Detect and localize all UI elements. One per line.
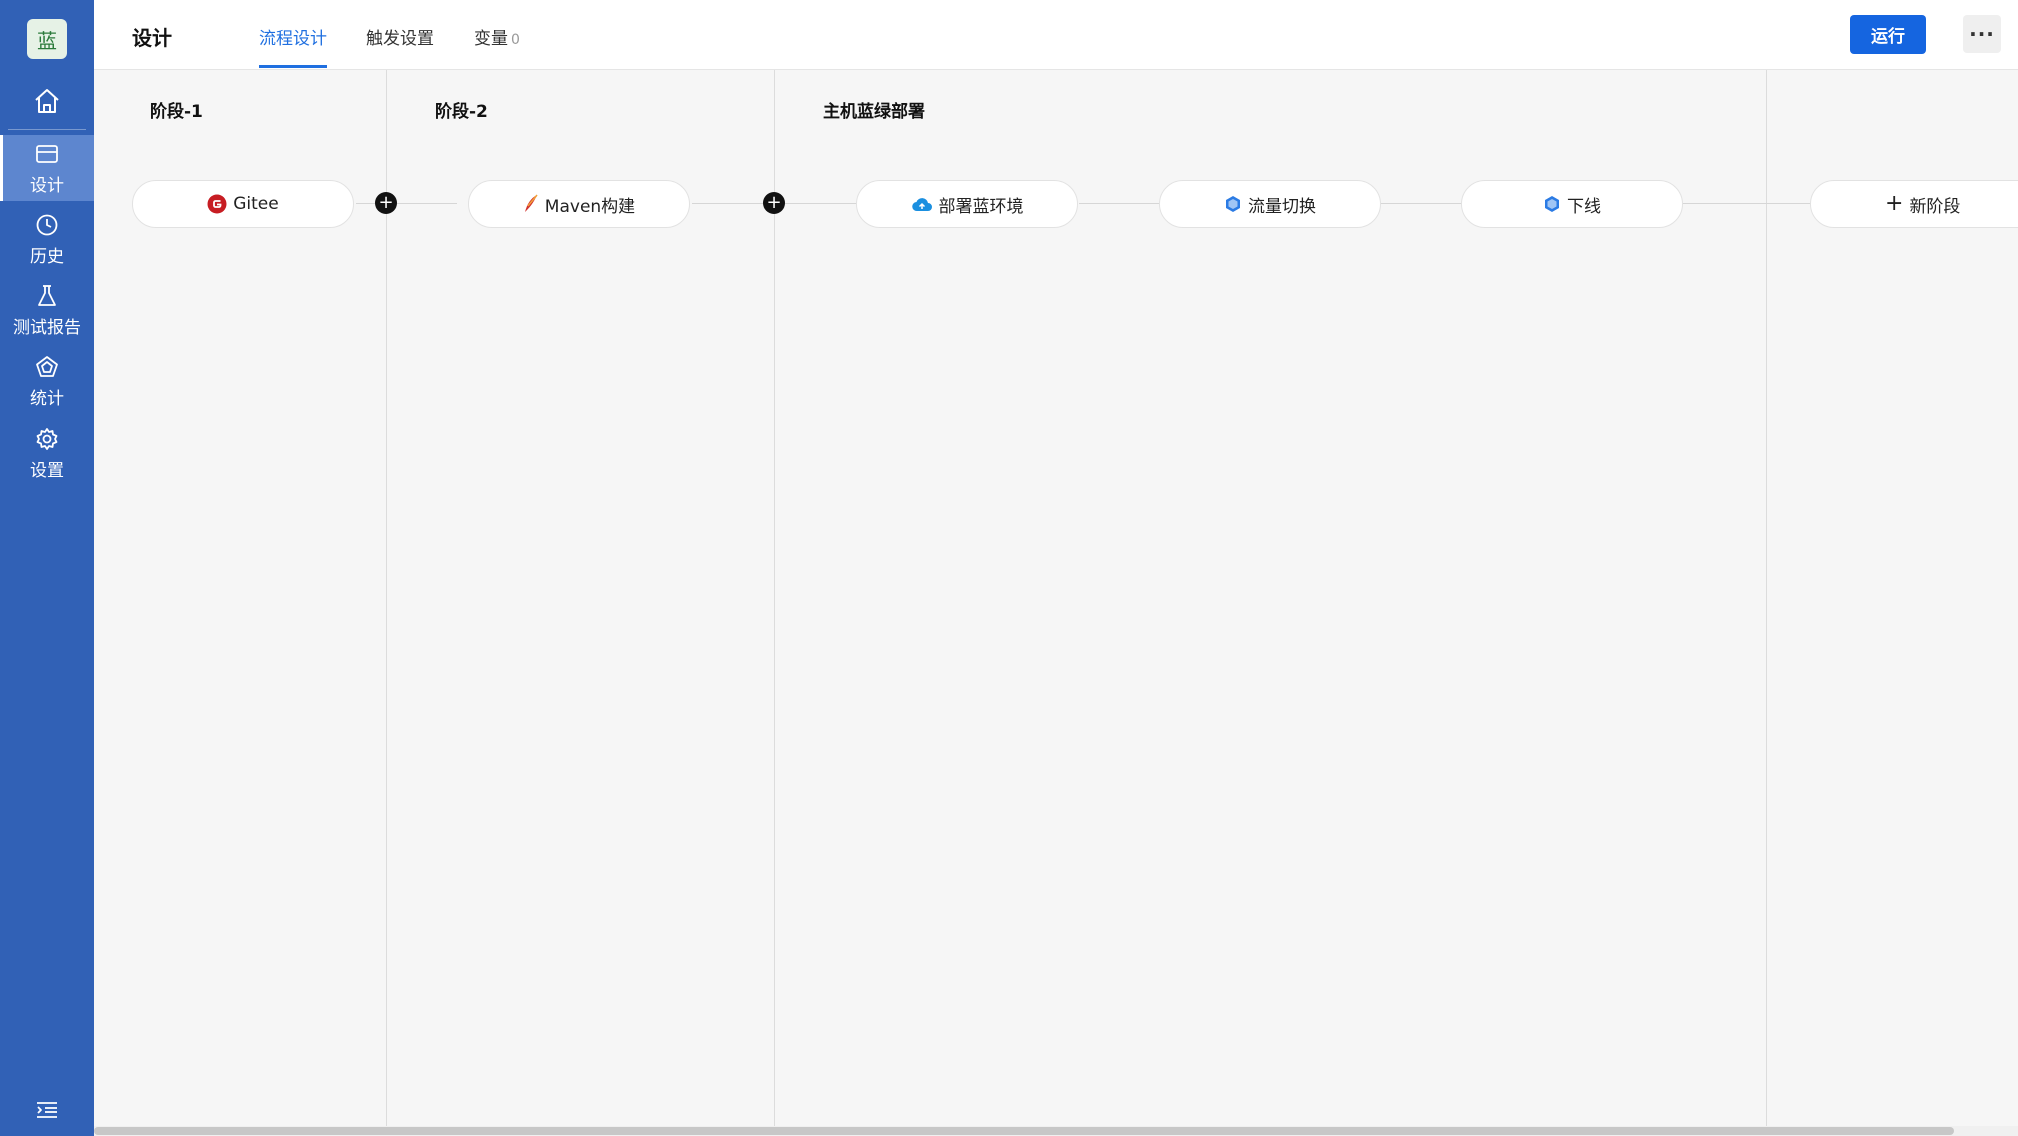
task-label: Maven构建 bbox=[544, 196, 636, 217]
connector-line bbox=[397, 203, 457, 204]
menu-collapse-icon bbox=[37, 1102, 57, 1118]
top-header: 设计 流程设计 触发设置 变量 0 运行 ··· bbox=[94, 0, 2018, 70]
gitee-icon bbox=[207, 194, 227, 214]
task-traffic-switch[interactable]: 流量切换 bbox=[1159, 180, 1381, 228]
variables-count: 0 bbox=[511, 32, 520, 48]
stats-pentagon-icon bbox=[35, 354, 59, 380]
sidebar: 蓝 设计 历史 测试报告 统计 设置 bbox=[0, 0, 94, 1136]
cube-icon bbox=[1543, 195, 1561, 213]
sidebar-item-label: 设计 bbox=[30, 175, 64, 196]
connector-line bbox=[785, 203, 865, 204]
sidebar-divider bbox=[8, 129, 86, 130]
stage-title[interactable]: 阶段-1 bbox=[150, 97, 203, 122]
task-offline[interactable]: 下线 bbox=[1461, 180, 1683, 228]
maven-feather-icon bbox=[523, 194, 539, 214]
tab-variables[interactable]: 变量 0 bbox=[474, 24, 520, 68]
sidebar-item-label: 历史 bbox=[30, 246, 64, 267]
plus-icon: + bbox=[1885, 191, 1904, 216]
connector-line bbox=[1079, 203, 1159, 204]
task-label: 流量切换 bbox=[1248, 196, 1316, 217]
connector-line bbox=[1683, 203, 1811, 204]
sidebar-item-stats[interactable]: 统计 bbox=[0, 348, 94, 414]
tab-label: 流程设计 bbox=[259, 29, 327, 49]
add-stage-label: 新阶段 bbox=[1909, 196, 1961, 217]
task-label: Gitee bbox=[233, 194, 279, 214]
sidebar-item-history[interactable]: 历史 bbox=[0, 206, 94, 272]
sidebar-item-label: 测试报告 bbox=[13, 317, 81, 338]
page-title: 设计 bbox=[132, 26, 172, 50]
cloud-icon bbox=[911, 196, 933, 212]
sidebar-item-label: 统计 bbox=[30, 388, 64, 409]
horizontal-scrollbar-thumb[interactable] bbox=[94, 1127, 1954, 1135]
connector-line bbox=[1381, 203, 1463, 204]
tab-label: 变量 bbox=[474, 29, 508, 49]
add-stage-button[interactable]: + 新阶段 bbox=[1810, 180, 2018, 228]
add-task-button[interactable]: + bbox=[375, 192, 397, 214]
avatar[interactable]: 蓝 bbox=[27, 19, 67, 59]
stage-divider bbox=[1766, 70, 1767, 1126]
more-options-button[interactable]: ··· bbox=[1963, 15, 2001, 53]
sidebar-item-settings[interactable]: 设置 bbox=[0, 420, 94, 486]
home-icon bbox=[35, 89, 59, 113]
sidebar-item-test-report[interactable]: 测试报告 bbox=[0, 277, 94, 343]
stage-title[interactable]: 阶段-2 bbox=[435, 97, 488, 122]
cube-icon bbox=[1224, 195, 1242, 213]
sidebar-item-design[interactable]: 设计 bbox=[0, 135, 94, 201]
connector-line bbox=[692, 203, 774, 204]
task-gitee[interactable]: Gitee bbox=[132, 180, 354, 228]
sidebar-collapse-button[interactable] bbox=[32, 1099, 62, 1121]
stage-divider bbox=[386, 70, 387, 1126]
run-button[interactable]: 运行 bbox=[1850, 15, 1926, 54]
sidebar-item-label: 设置 bbox=[30, 460, 64, 481]
stage-title[interactable]: 主机蓝绿部署 bbox=[823, 97, 925, 122]
flask-icon bbox=[36, 283, 58, 309]
home-button[interactable] bbox=[0, 76, 94, 126]
tab-trigger-settings[interactable]: 触发设置 bbox=[366, 24, 434, 68]
gear-icon bbox=[35, 426, 59, 452]
task-label: 下线 bbox=[1567, 196, 1601, 217]
stage-divider bbox=[774, 70, 775, 1126]
task-maven-build[interactable]: Maven构建 bbox=[468, 180, 690, 228]
pipeline-canvas: 阶段-1 阶段-2 主机蓝绿部署 + + Gitee Maven构建 部署蓝环境… bbox=[94, 70, 2018, 1126]
tab-pipeline-design[interactable]: 流程设计 bbox=[259, 24, 327, 68]
tab-label: 触发设置 bbox=[366, 29, 434, 49]
design-card-icon bbox=[35, 141, 59, 167]
task-label: 部署蓝环境 bbox=[938, 196, 1024, 217]
add-task-button[interactable]: + bbox=[763, 192, 785, 214]
clock-icon bbox=[35, 212, 59, 238]
task-deploy-blue-env[interactable]: 部署蓝环境 bbox=[856, 180, 1078, 228]
